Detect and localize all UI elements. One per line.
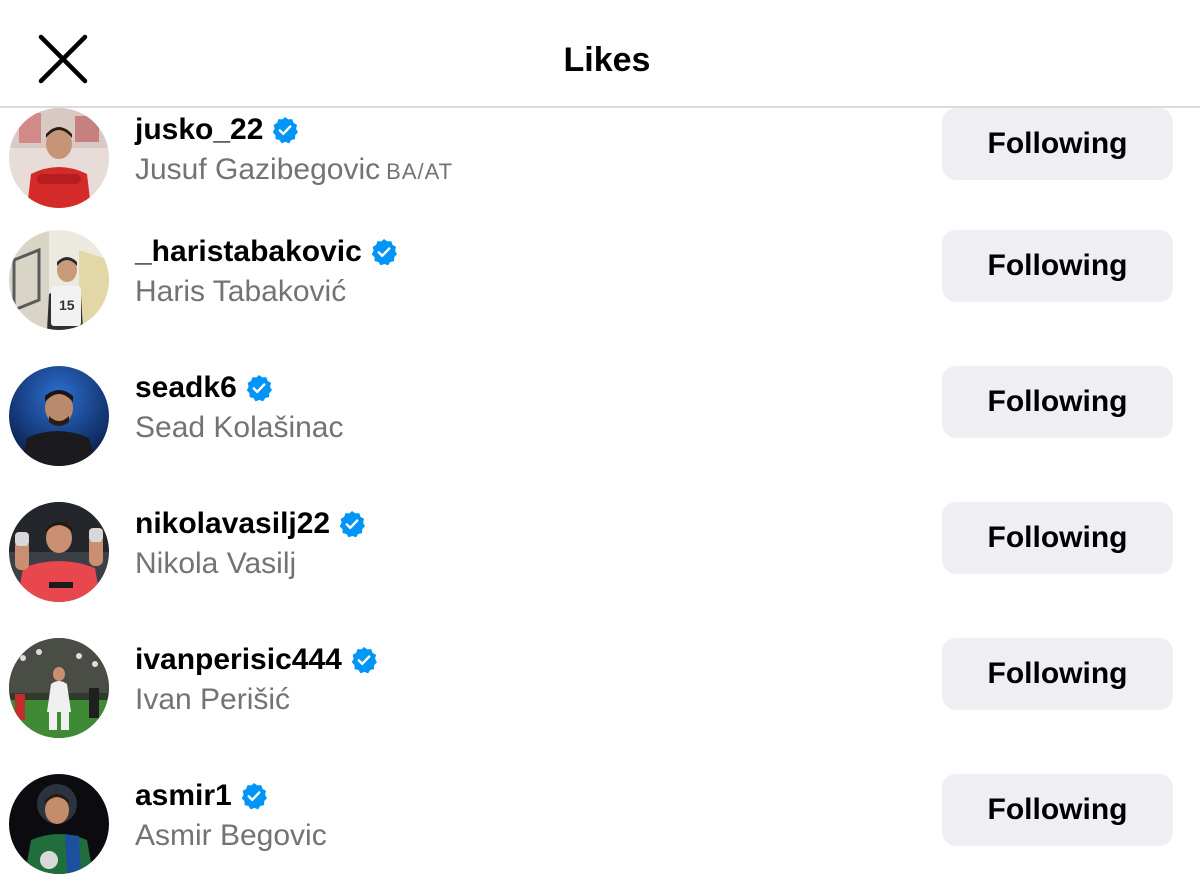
avatar[interactable] [9,774,109,874]
full-name: Sead Kolašinac [135,410,343,446]
avatar[interactable] [9,366,109,466]
full-name-tag: BA/AT [386,159,454,184]
verified-badge-icon [245,374,273,402]
avatar[interactable] [9,108,109,208]
following-button[interactable]: Following [942,638,1173,710]
verified-badge-icon [350,646,378,674]
following-button[interactable]: Following [942,108,1173,180]
list-item[interactable]: jusko_22 Jusuf Gazibegovic BA/AT Followin… [0,104,1200,240]
username[interactable]: seadk6 [135,370,237,406]
username[interactable]: nikolavasilj22 [135,506,330,542]
full-name: Asmir Begovic [135,818,327,854]
following-button[interactable]: Following [942,230,1173,302]
full-name-text: Nikola Vasilj [135,547,297,580]
full-name-text: Haris Tabaković [135,275,347,308]
avatar[interactable]: 15 [9,230,109,330]
following-button[interactable]: Following [942,774,1173,846]
full-name: Haris Tabaković [135,274,346,310]
full-name-text: Asmir Begovic [135,819,327,852]
verified-badge-icon [240,782,268,810]
username-line: asmir1 [135,776,268,816]
svg-text:15: 15 [59,297,75,313]
list-item[interactable]: 15 _haristabakovic Haris Tabaković Follo… [0,226,1200,362]
username[interactable]: _haristabakovic [135,234,362,270]
avatar[interactable] [9,502,109,602]
list-item[interactable]: asmir1 Asmir Begovic Following [0,770,1200,889]
full-name: Nikola Vasilj [135,546,296,582]
full-name: Jusuf Gazibegovic BA/AT [135,152,453,190]
username-line: seadk6 [135,368,273,408]
full-name-text: Sead Kolašinac [135,411,344,444]
username[interactable]: ivanperisic444 [135,642,342,678]
verified-badge-icon [370,238,398,266]
list-item[interactable]: nikolavasilj22 Nikola Vasilj Following [0,498,1200,634]
following-button[interactable]: Following [942,366,1173,438]
likes-list[interactable]: jusko_22 Jusuf Gazibegovic BA/AT Followin… [0,0,1200,889]
list-item[interactable]: ivanperisic444 Ivan Perišić Following [0,634,1200,770]
username-line: jusko_22 [135,110,299,150]
verified-badge-icon [338,510,366,538]
dialog-title: Likes [563,41,651,79]
username-line: nikolavasilj22 [135,504,366,544]
full-name-text: Ivan Perišić [135,683,291,716]
username-line: ivanperisic444 [135,640,378,680]
list-item[interactable]: seadk6 Sead Kolašinac Following [0,362,1200,498]
full-name-text: Jusuf Gazibegovic [135,153,381,186]
avatar[interactable] [9,638,109,738]
username[interactable]: jusko_22 [135,112,263,148]
following-button[interactable]: Following [942,502,1173,574]
verified-badge-icon [271,116,299,144]
dialog-header: Likes [0,0,1200,108]
full-name: Ivan Perišić [135,682,290,718]
username[interactable]: asmir1 [135,778,232,814]
username-line: _haristabakovic [135,232,398,272]
